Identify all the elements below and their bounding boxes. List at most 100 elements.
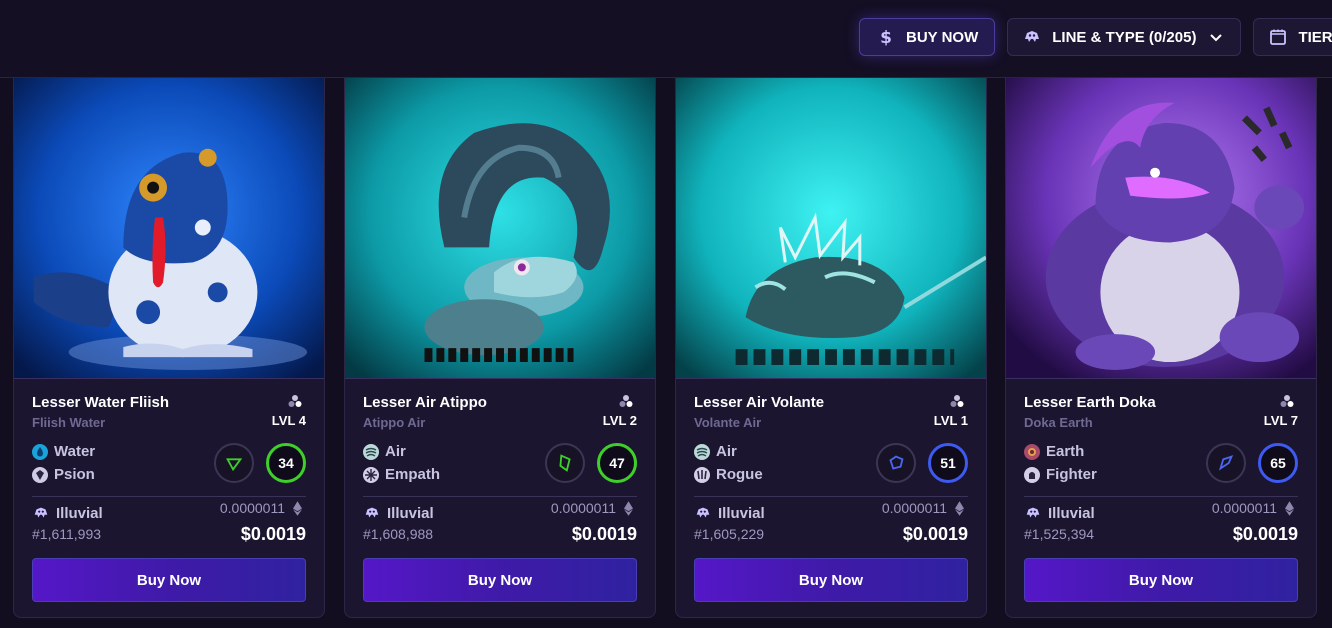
collection-row: Illuvial <box>32 504 103 522</box>
illuvial-icon <box>365 507 379 518</box>
illuvial-subtitle: Atippo Air <box>363 415 426 430</box>
illuvial-card-grid: Lesser Water Fliish Fliish Water LVL 4 W… <box>0 78 1332 628</box>
tier-dropdown[interactable]: TIER <box>1253 18 1332 56</box>
ethereum-icon <box>624 500 633 516</box>
eth-price: 0.0000011 <box>550 500 616 516</box>
buy-now-button[interactable]: Buy Now <box>694 558 968 602</box>
class-label: Rogue <box>716 466 763 483</box>
token-number: #1,605,229 <box>694 526 765 542</box>
illuvial-name: Lesser Air Volante <box>694 394 825 411</box>
class-label: Fighter <box>1046 466 1097 483</box>
eth-price: 0.0000011 <box>881 500 947 516</box>
token-number: #1,608,988 <box>363 526 434 542</box>
illuvial-artwork <box>676 78 986 379</box>
power-rating: 65 <box>1258 443 1298 483</box>
class-label: Empath <box>385 466 441 483</box>
illuvial-card[interactable]: Lesser Earth Doka Doka Earth LVL 7 Earth… <box>1005 78 1317 618</box>
stack-icon <box>619 395 633 407</box>
usd-price: $0.0019 <box>240 524 306 544</box>
level-label: LVL 7 <box>1263 413 1298 428</box>
buy-now-filter-button[interactable]: $ BUY NOW <box>859 18 996 56</box>
stack-icon <box>1280 395 1294 407</box>
fighter-icon <box>1024 466 1040 483</box>
eth-price-row: 0.0000011 <box>551 500 633 516</box>
eth-price-row: 0.0000011 <box>1212 500 1294 516</box>
illuvial-subtitle: Fliish Water <box>32 415 106 430</box>
collection-row: Illuvial <box>694 504 765 522</box>
illuvial-name: Lesser Earth Doka <box>1024 394 1156 411</box>
illuvial-card[interactable]: Lesser Air Atippo Atippo Air LVL 2 Air E… <box>344 78 656 618</box>
illuvial-icon <box>1026 507 1040 518</box>
level-label: LVL 4 <box>271 413 306 428</box>
affinity-row: Air <box>363 443 406 460</box>
affinity-row: Water <box>32 443 95 460</box>
collection-label: Illuvial <box>1048 504 1095 522</box>
buy-now-button[interactable]: Buy Now <box>32 558 306 602</box>
divider <box>694 496 968 497</box>
illuvial-subtitle: Doka Earth <box>1024 415 1093 430</box>
affinity-label: Air <box>716 443 737 460</box>
power-rating: 51 <box>928 443 968 483</box>
illuvial-artwork <box>14 78 324 379</box>
affinity-row: Earth <box>1024 443 1084 460</box>
class-row: Rogue <box>694 466 763 483</box>
token-number: #1,525,394 <box>1024 526 1095 542</box>
eth-price: 0.0000011 <box>1211 500 1277 516</box>
illuvial-artwork <box>345 78 655 379</box>
divider <box>1024 496 1298 497</box>
line-type-label: LINE & TYPE (0/205) <box>1052 28 1197 46</box>
ethereum-icon <box>955 500 964 516</box>
eth-price-row: 0.0000011 <box>882 500 964 516</box>
divider <box>32 496 306 497</box>
water-icon <box>32 443 48 460</box>
collection-row: Illuvial <box>363 504 434 522</box>
class-label: Psion <box>54 466 95 483</box>
stack-icon <box>288 395 302 407</box>
empath-icon <box>363 466 379 483</box>
air-icon <box>363 443 379 460</box>
collection-label: Illuvial <box>387 504 434 522</box>
illuvial-icon <box>34 507 48 518</box>
synergy-shape-icon <box>876 443 916 483</box>
line-type-dropdown[interactable]: LINE & TYPE (0/205) <box>1007 18 1242 56</box>
filter-buttons: $ BUY NOW LINE & TYPE (0/205) TIER <box>859 18 1332 56</box>
ethereum-icon <box>293 500 302 516</box>
usd-price: $0.0019 <box>1232 524 1298 544</box>
collection-label: Illuvial <box>718 504 765 522</box>
illuvial-subtitle: Volante Air <box>694 415 762 430</box>
power-rating: 34 <box>266 443 306 483</box>
buy-now-button[interactable]: Buy Now <box>1024 558 1298 602</box>
level-label: LVL 2 <box>602 413 637 428</box>
affinity-row: Air <box>694 443 737 460</box>
filter-toolbar: $ BUY NOW LINE & TYPE (0/205) TIER <box>0 0 1332 78</box>
buy-now-button[interactable]: Buy Now <box>363 558 637 602</box>
buy-now-filter-label: BUY NOW <box>906 28 979 46</box>
tier-label: TIER <box>1298 28 1332 46</box>
illuvial-name: Lesser Water Fliish <box>32 394 169 411</box>
illuvial-name: Lesser Air Atippo <box>363 394 487 411</box>
affinity-label: Earth <box>1046 443 1085 460</box>
ethereum-icon <box>1285 500 1294 516</box>
divider <box>363 496 637 497</box>
usd-price: $0.0019 <box>902 524 968 544</box>
class-row: Empath <box>363 466 440 483</box>
illuvial-card[interactable]: Lesser Air Volante Volante Air LVL 1 Air… <box>675 78 987 618</box>
synergy-shape-icon <box>545 443 585 483</box>
token-number: #1,611,993 <box>32 526 102 542</box>
illuvial-icon <box>696 507 710 518</box>
psion-icon <box>32 466 48 483</box>
affinity-label: Air <box>385 443 406 460</box>
synergy-shape-icon <box>1206 443 1246 483</box>
svg-text:$: $ <box>880 28 892 47</box>
class-row: Fighter <box>1024 466 1097 483</box>
affinity-label: Water <box>54 443 96 460</box>
illuvial-card[interactable]: Lesser Water Fliish Fliish Water LVL 4 W… <box>13 78 325 618</box>
stack-icon <box>950 395 964 407</box>
air-icon <box>694 443 710 460</box>
power-rating: 47 <box>597 443 637 483</box>
synergy-shape-icon <box>214 443 254 483</box>
eth-price: 0.0000011 <box>219 500 285 516</box>
collection-label: Illuvial <box>56 504 103 522</box>
tier-icon <box>1268 27 1288 47</box>
collection-row: Illuvial <box>1024 504 1095 522</box>
